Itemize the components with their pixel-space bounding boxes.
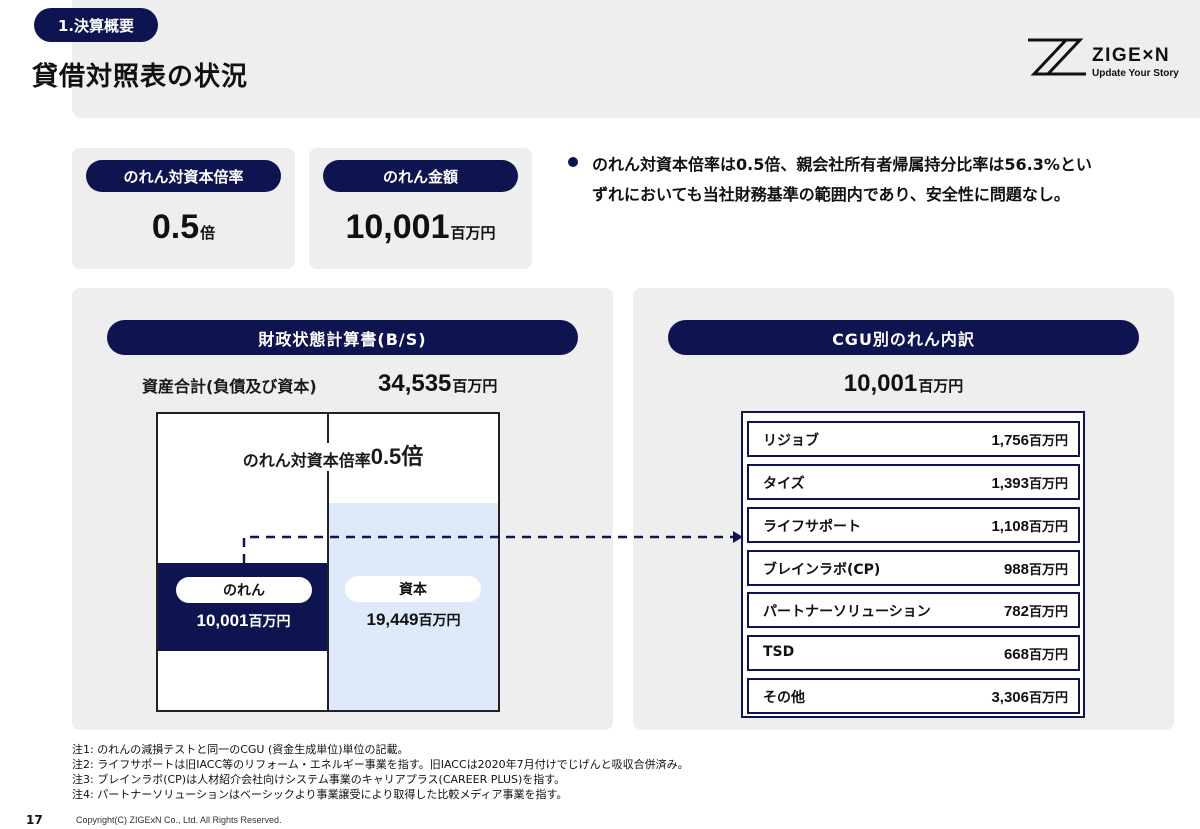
footnote: 注1: のれんの減損テストと同一のCGU (資金生成単位)単位の記載。 xyxy=(72,743,409,756)
page-number: 17 xyxy=(26,813,43,827)
footnotes: 注1: のれんの減損テストと同一のCGU (資金生成単位)単位の記載。 注2: … xyxy=(72,742,689,802)
footnote: 注2: ライフサポートは旧IACC等のリフォーム・エネルギー事業を指す。旧IAC… xyxy=(72,758,689,771)
footnote: 注4: パートナーソリューションはベーシックより事業譲受により取得した比較メディ… xyxy=(72,788,568,801)
copyright: Copyright(C) ZIGExN Co., Ltd. All Rights… xyxy=(76,815,282,825)
footnote: 注3: ブレインラボ(CP)は人材紹介会社向けシステム事業のキャリアプラス(CA… xyxy=(72,773,566,786)
goodwill-connector-arrow-icon xyxy=(242,531,743,563)
